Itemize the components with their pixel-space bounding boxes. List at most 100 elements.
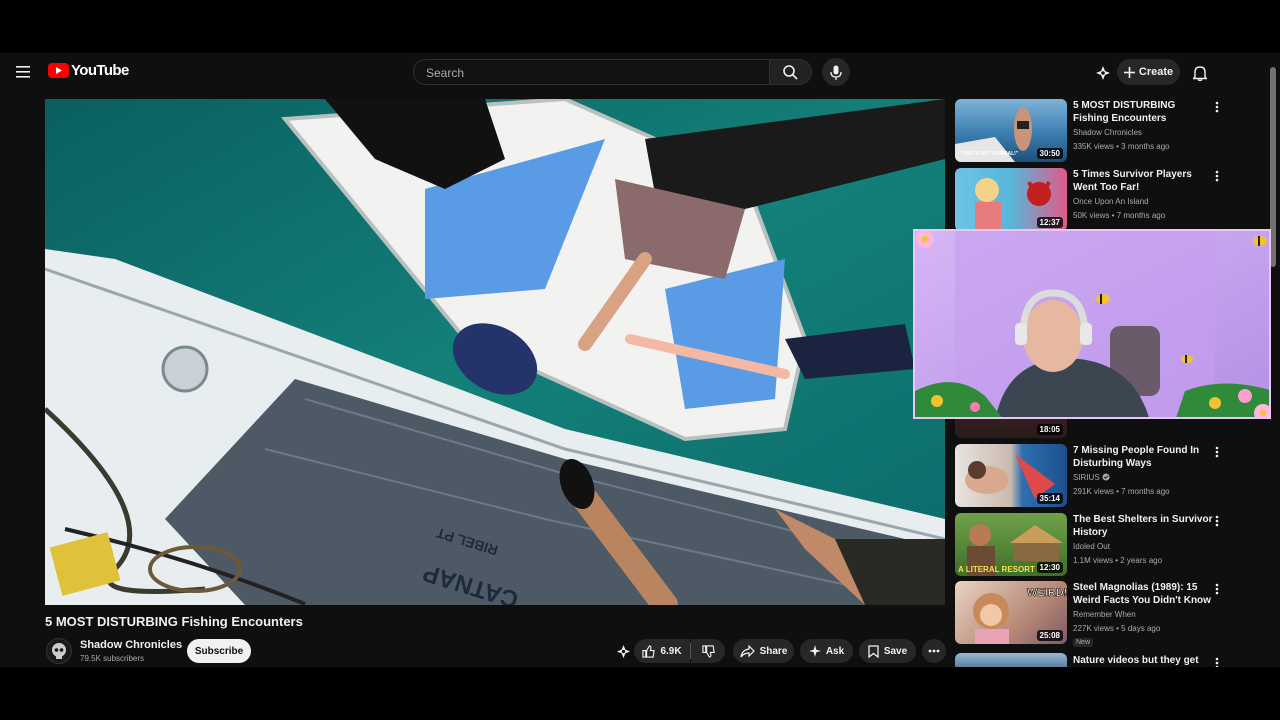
- dislike-button[interactable]: [691, 639, 725, 663]
- recommendation-channel[interactable]: Once Upon An Island: [1073, 197, 1149, 206]
- bell-icon: [1193, 66, 1207, 81]
- recommendation-channel[interactable]: Shadow Chronicles: [1073, 128, 1142, 137]
- recommendation-meta: 291K views • 7 months ago: [1073, 487, 1170, 496]
- recommendation-title[interactable]: Nature videos but they get: [1073, 654, 1213, 667]
- more-vertical-icon: [1215, 657, 1219, 667]
- recommendation-channel[interactable]: SIRIUS: [1073, 473, 1110, 482]
- video-thumbnail[interactable]: "THAT'S NOT NORMAL!" 30:50: [955, 99, 1067, 162]
- subscribe-button[interactable]: Subscribe: [187, 639, 251, 663]
- search-input[interactable]: [424, 65, 758, 81]
- like-button[interactable]: 6.9K: [634, 639, 690, 663]
- sparkle-icon: [1096, 66, 1110, 80]
- more-vertical-icon: [1215, 446, 1219, 458]
- recommendation-title[interactable]: 5 MOST DISTURBING Fishing Encounters: [1073, 99, 1213, 125]
- recommendation-meta: 50K views • 7 months ago: [1073, 211, 1166, 220]
- recommendation-item[interactable]: 12:37 5 Times Survivor Players Went Too …: [955, 168, 1245, 232]
- share-icon: [739, 644, 755, 657]
- youtube-play-icon: [48, 63, 69, 78]
- youtube-watch-page: YouTube Create: [0, 53, 1280, 667]
- verified-icon: [1102, 473, 1110, 481]
- duration-badge: 30:50: [1036, 148, 1063, 159]
- duration-badge: 12:30: [1036, 562, 1063, 573]
- channel-avatar[interactable]: [46, 638, 72, 664]
- recommendation-channel[interactable]: Idoled Out: [1073, 542, 1110, 551]
- bookmark-icon: [868, 644, 879, 658]
- video-frame: CATNAP RIBEL PT: [45, 99, 945, 605]
- video-thumbnail[interactable]: WEIRD! 25:08: [955, 581, 1067, 644]
- more-vertical-icon: [1215, 583, 1219, 595]
- logo-text: YouTube: [71, 62, 129, 79]
- premium-sparkle-action-button[interactable]: [613, 641, 633, 661]
- recommendation-meta: 227K views • 5 days ago: [1073, 624, 1161, 633]
- duration-badge: 18:05: [1036, 424, 1063, 435]
- recommendation-title[interactable]: 5 Times Survivor Players Went Too Far!: [1073, 168, 1213, 194]
- video-player[interactable]: CATNAP RIBEL PT: [45, 99, 945, 605]
- create-label: Create: [1138, 66, 1174, 78]
- duration-badge: 35:14: [1036, 493, 1063, 504]
- premium-sparkle-button[interactable]: [1092, 62, 1114, 84]
- save-label: Save: [883, 645, 908, 657]
- more-vertical-icon: [1215, 170, 1219, 182]
- channel-name[interactable]: Shadow Chronicles: [80, 639, 182, 651]
- video-thumbnail[interactable]: 35:14: [955, 444, 1067, 507]
- ai-sparkle-icon: [808, 645, 821, 657]
- ask-label: Ask: [825, 645, 845, 657]
- video-thumbnail[interactable]: [955, 653, 1067, 667]
- skull-icon: [52, 643, 66, 659]
- webcam-feed: [915, 231, 1269, 417]
- more-actions-button[interactable]: [922, 639, 946, 663]
- masthead: YouTube Create: [0, 53, 1280, 93]
- recommendation-channel[interactable]: Remember When: [1073, 610, 1136, 619]
- duration-badge: 25:08: [1036, 630, 1063, 641]
- recommendation-item[interactable]: "THAT'S NOT NORMAL!" 30:50 5 MOST DISTUR…: [955, 99, 1245, 163]
- channel-label: SIRIUS: [1073, 473, 1100, 482]
- youtube-logo[interactable]: YouTube: [48, 62, 129, 79]
- new-badge: New: [1073, 638, 1094, 647]
- recommendation-item[interactable]: A LITERAL RESORT 12:30 The Best Shelters…: [955, 513, 1245, 577]
- save-button[interactable]: Save: [859, 639, 916, 663]
- more-horizontal-icon: [928, 649, 940, 653]
- more-vertical-icon: [1215, 101, 1219, 113]
- recommendation-menu-button[interactable]: [1211, 581, 1223, 597]
- letterbox-top: [0, 0, 1280, 53]
- more-vertical-icon: [1215, 515, 1219, 527]
- video-thumbnail[interactable]: 12:37: [955, 168, 1067, 231]
- video-thumbnail[interactable]: A LITERAL RESORT 12:30: [955, 513, 1067, 576]
- thumb-caption: A LITERAL RESORT: [958, 565, 1035, 574]
- create-button[interactable]: Create: [1117, 59, 1180, 85]
- recommendation-item[interactable]: WEIRD! 25:08 Steel Magnolias (1989): 15 …: [955, 581, 1245, 651]
- thumb-caption: WEIRD!: [1027, 587, 1067, 599]
- recommendation-title[interactable]: Steel Magnolias (1989): 15 Weird Facts Y…: [1073, 581, 1213, 607]
- share-label: Share: [759, 645, 788, 657]
- notifications-button[interactable]: [1188, 61, 1212, 85]
- thumbs-down-icon: [701, 644, 715, 658]
- like-count: 6.9K: [660, 645, 682, 657]
- recommendation-menu-button[interactable]: [1211, 444, 1223, 460]
- video-title: 5 MOST DISTURBING Fishing Encounters: [45, 614, 303, 629]
- hamburger-menu-button[interactable]: [10, 58, 38, 86]
- duration-badge: 12:37: [1036, 217, 1063, 228]
- plus-icon: [1123, 66, 1135, 78]
- recommendation-menu-button[interactable]: [1211, 513, 1223, 529]
- subscriber-count: 79.5K subscribers: [80, 654, 145, 663]
- share-button[interactable]: Share: [733, 639, 794, 663]
- recommendation-title[interactable]: 7 Missing People Found In Disturbing Way…: [1073, 444, 1213, 470]
- recommendation-item[interactable]: Nature videos but they get: [955, 653, 1245, 667]
- microphone-icon: [830, 65, 842, 80]
- recommendation-menu-button[interactable]: [1211, 99, 1223, 115]
- ask-button[interactable]: Ask: [800, 639, 853, 663]
- search-button[interactable]: [770, 59, 812, 85]
- account-avatar[interactable]: [1227, 61, 1249, 83]
- recommendation-menu-button[interactable]: [1211, 168, 1223, 184]
- search-box: [413, 59, 770, 85]
- recommendation-item[interactable]: 35:14 7 Missing People Found In Disturbi…: [955, 444, 1245, 508]
- letterbox-bottom: [0, 667, 1280, 720]
- hamburger-icon: [16, 66, 30, 78]
- search-icon: [783, 64, 798, 80]
- recommendation-title[interactable]: The Best Shelters in Survivor History: [1073, 513, 1213, 539]
- voice-search-button[interactable]: [822, 58, 850, 86]
- recommendation-meta: 335K views • 3 months ago: [1073, 142, 1170, 151]
- recommendation-meta: 1.1M views • 2 years ago: [1073, 556, 1163, 565]
- recommendation-menu-button[interactable]: [1211, 655, 1223, 667]
- thumbs-up-icon: [642, 644, 656, 658]
